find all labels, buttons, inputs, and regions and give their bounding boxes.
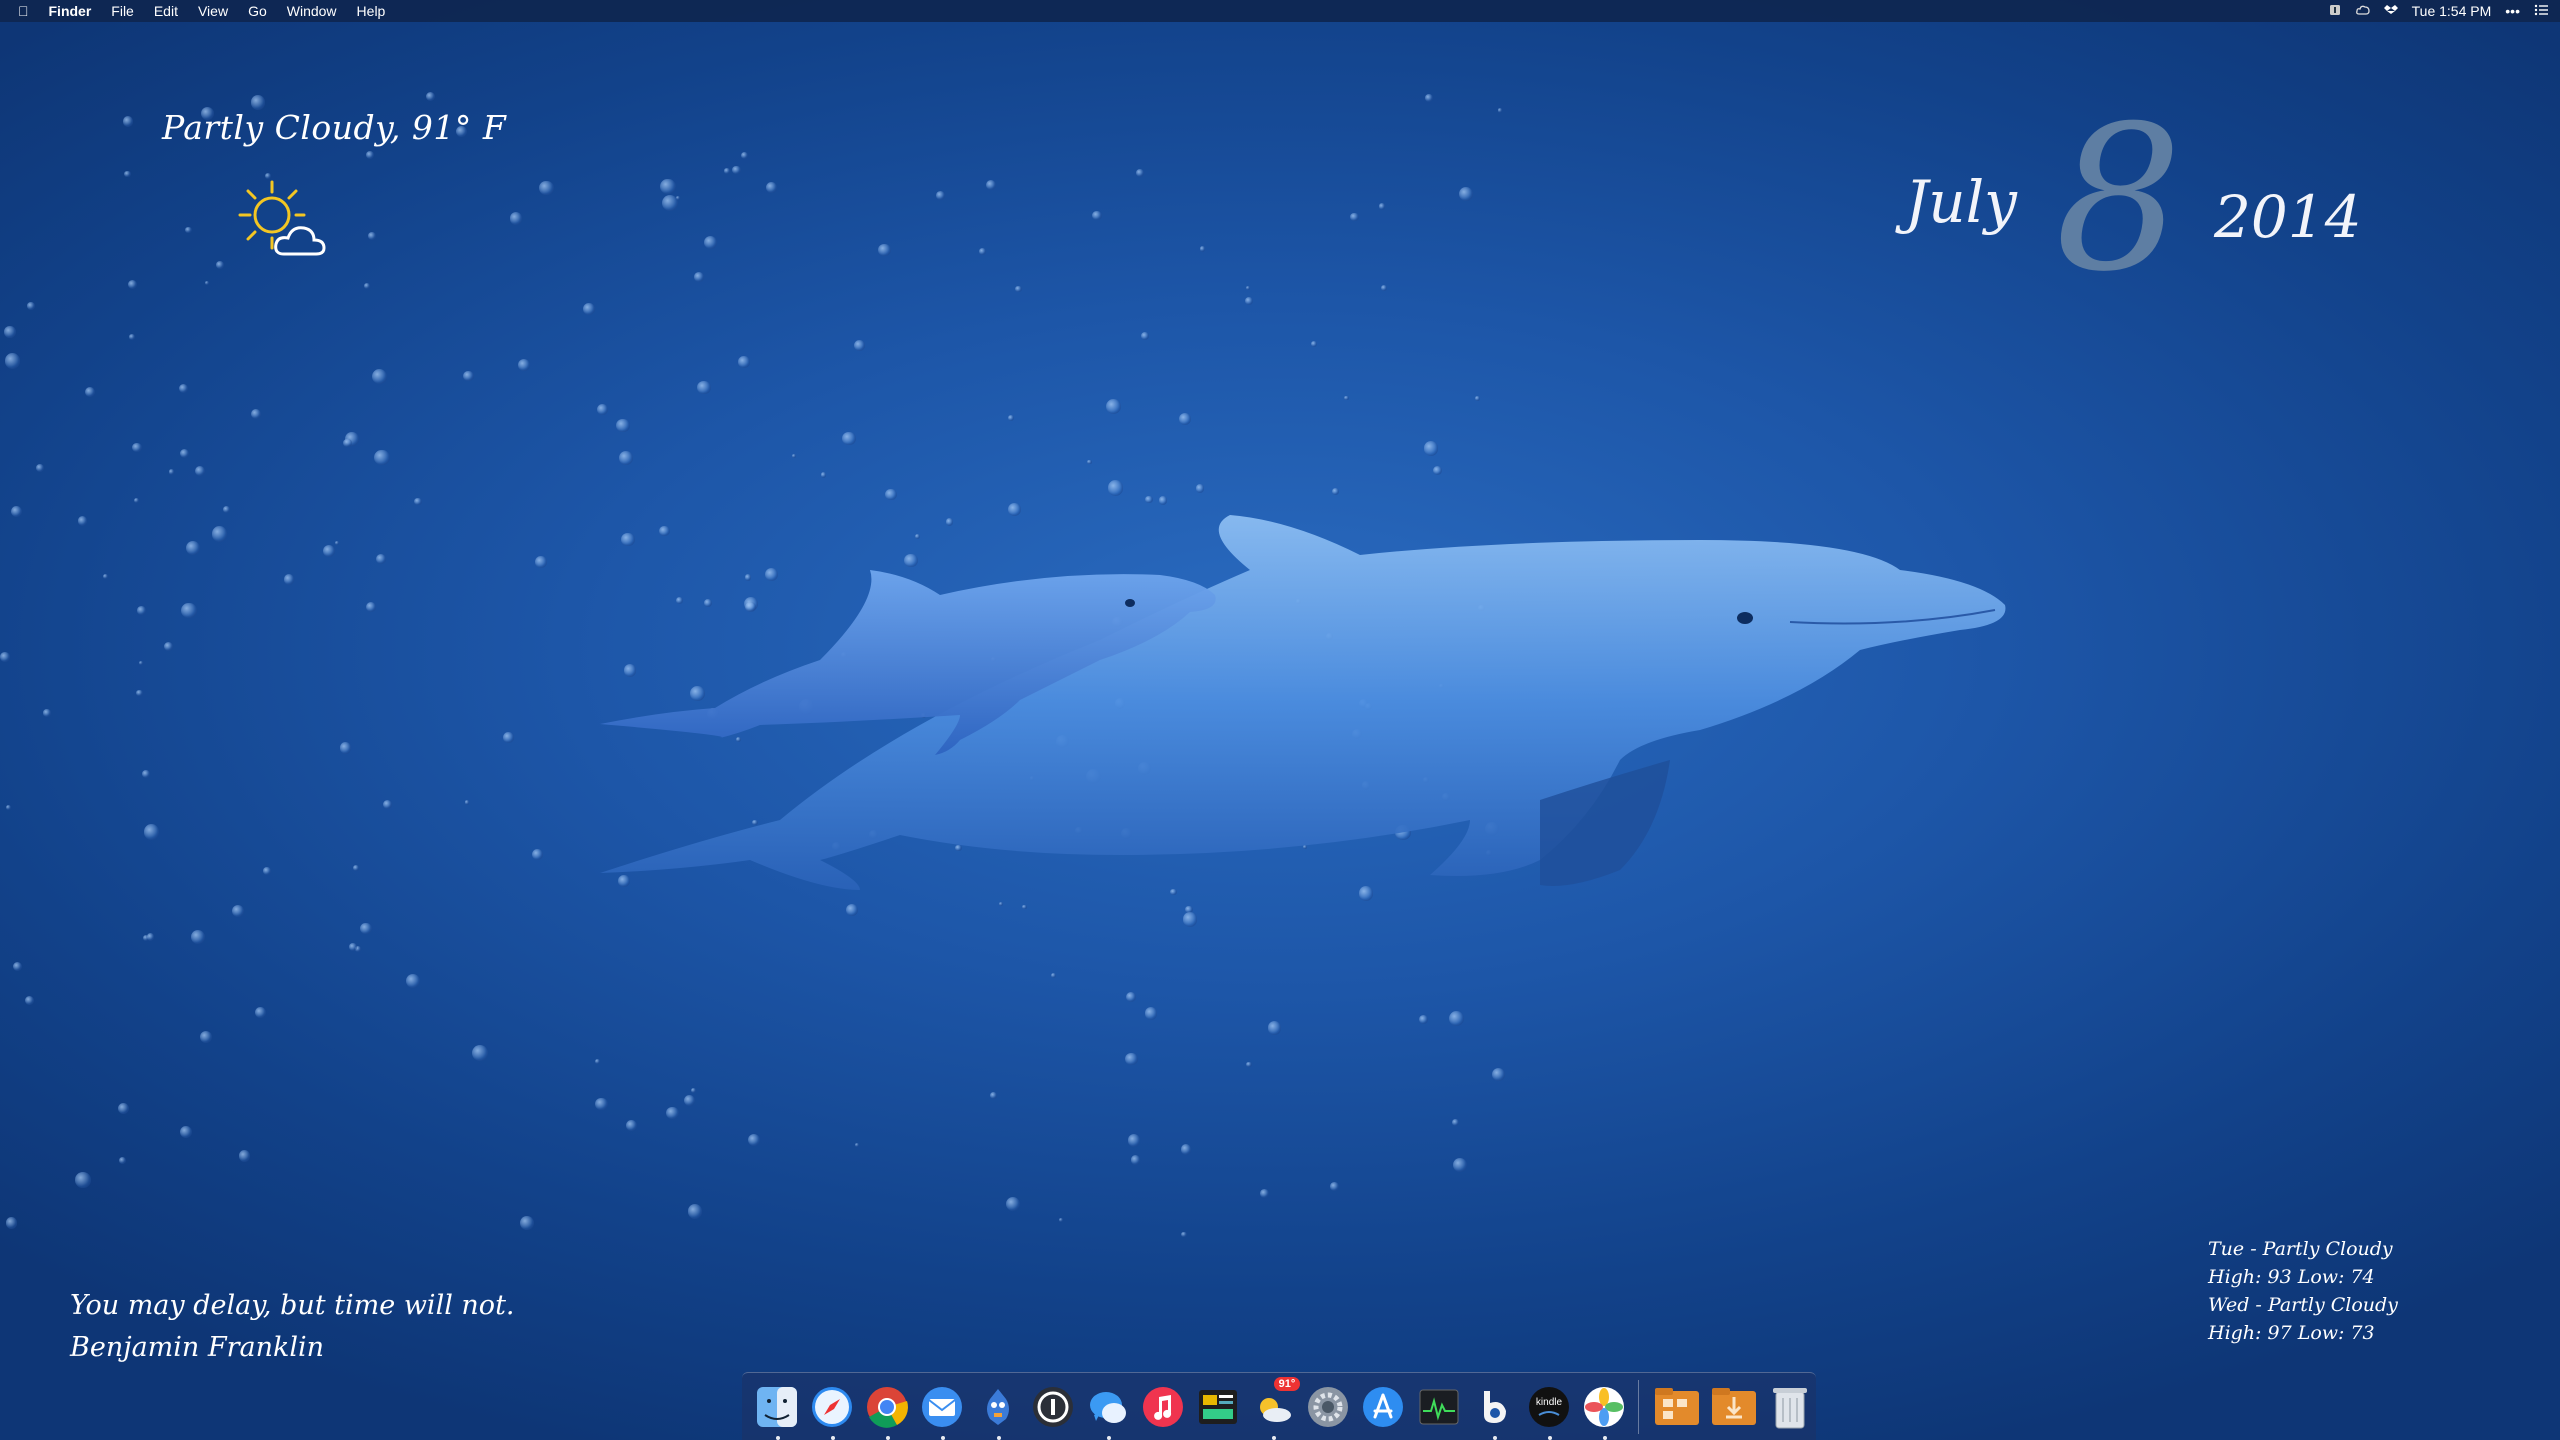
dock-finder[interactable] <box>754 1383 800 1440</box>
dock-app-store[interactable] <box>1360 1383 1406 1431</box>
dock: 91° kindle <box>742 1372 1816 1440</box>
notification-icon[interactable] <box>2328 3 2342 19</box>
date-year: 2014 <box>2214 183 2362 251</box>
forecast-line: Tue - Partly Cloudy <box>2208 1238 2393 1260</box>
dock-reeder[interactable] <box>1195 1383 1241 1431</box>
dock-system-preferences[interactable] <box>1305 1383 1351 1431</box>
dropbox-icon[interactable] <box>2383 3 2398 19</box>
forecast-line: High: 97 Low: 73 <box>2208 1322 2375 1344</box>
dock-trash[interactable] <box>1767 1383 1813 1431</box>
dock-1password[interactable] <box>1030 1383 1076 1431</box>
menu-window[interactable]: Window <box>287 3 337 19</box>
app-menu-finder[interactable]: Finder <box>49 3 92 19</box>
weather-badge: 91° <box>1273 1376 1301 1391</box>
partly-cloudy-icon <box>238 180 334 260</box>
messages-icon <box>1089 1391 1126 1423</box>
activity-monitor-icon <box>1419 1389 1459 1424</box>
dock-messages[interactable] <box>1085 1383 1131 1440</box>
apple-menu-icon[interactable]:  <box>18 3 29 19</box>
quote-text: You may delay, but time will not. <box>70 1290 515 1321</box>
menu-bar:  Finder File Edit View Go Window Help T… <box>0 0 2560 22</box>
kindle-icon: kindle <box>1528 1386 1569 1427</box>
tweetbot-icon <box>986 1388 1009 1425</box>
chrome-icon <box>867 1386 909 1428</box>
menu-view[interactable]: View <box>198 3 228 19</box>
dock-chrome[interactable] <box>864 1383 910 1440</box>
menu-go[interactable]: Go <box>248 3 267 19</box>
dock-tweetbot[interactable] <box>975 1383 1021 1440</box>
dock-applications-stack[interactable] <box>1653 1383 1701 1431</box>
forecast-line: High: 93 Low: 74 <box>2208 1266 2375 1288</box>
weather-app-icon <box>1260 1397 1292 1422</box>
dock-weather-app[interactable]: 91° <box>1250 1376 1301 1440</box>
dock-photos[interactable] <box>1581 1383 1627 1440</box>
dock-downloads-stack[interactable] <box>1710 1383 1758 1431</box>
weather-current: Partly Cloudy, 91° F <box>162 108 507 147</box>
dock-activity-monitor[interactable] <box>1416 1383 1462 1431</box>
menu-help[interactable]: Help <box>357 3 386 19</box>
finder-icon <box>757 1386 798 1427</box>
trash-icon <box>1773 1387 1808 1428</box>
system-preferences-icon <box>1308 1386 1349 1427</box>
svg-text:kindle: kindle <box>1536 1397 1563 1408</box>
date-month: July <box>1905 168 2017 236</box>
1password-icon <box>1032 1386 1073 1427</box>
quote-author: Benjamin Franklin <box>70 1332 325 1363</box>
dock-bee[interactable] <box>1471 1383 1517 1440</box>
list-icon[interactable] <box>2534 3 2548 19</box>
app-store-icon <box>1363 1386 1404 1427</box>
dock-mail[interactable] <box>919 1383 965 1440</box>
forecast-line: Wed - Partly Cloudy <box>2208 1294 2398 1316</box>
mail-icon <box>922 1386 963 1427</box>
applications-folder-icon <box>1654 1387 1699 1425</box>
photos-icon <box>1583 1386 1624 1427</box>
forecast-widget: Tue - Partly Cloudy High: 93 Low: 74 Wed… <box>2208 1235 2398 1347</box>
quote-widget: You may delay, but time will not. Benjam… <box>70 1285 515 1369</box>
safari-icon <box>812 1386 853 1427</box>
menu-edit[interactable]: Edit <box>154 3 178 19</box>
bee-icon <box>1483 1390 1506 1423</box>
menu-file[interactable]: File <box>111 3 134 19</box>
dock-kindle[interactable]: kindle <box>1526 1383 1572 1440</box>
menubar-clock[interactable]: Tue 1:54 PM <box>2412 3 2492 19</box>
date-day: 8 <box>2055 83 2183 316</box>
more-icon[interactable]: ••• <box>2505 3 2520 19</box>
dock-safari[interactable] <box>809 1383 855 1440</box>
itunes-icon <box>1142 1386 1183 1427</box>
downloads-folder-icon <box>1711 1387 1756 1425</box>
reeder-icon <box>1199 1389 1238 1424</box>
dock-separator <box>1638 1379 1639 1434</box>
dock-itunes[interactable] <box>1140 1383 1186 1431</box>
creative-cloud-icon[interactable] <box>2355 3 2370 19</box>
